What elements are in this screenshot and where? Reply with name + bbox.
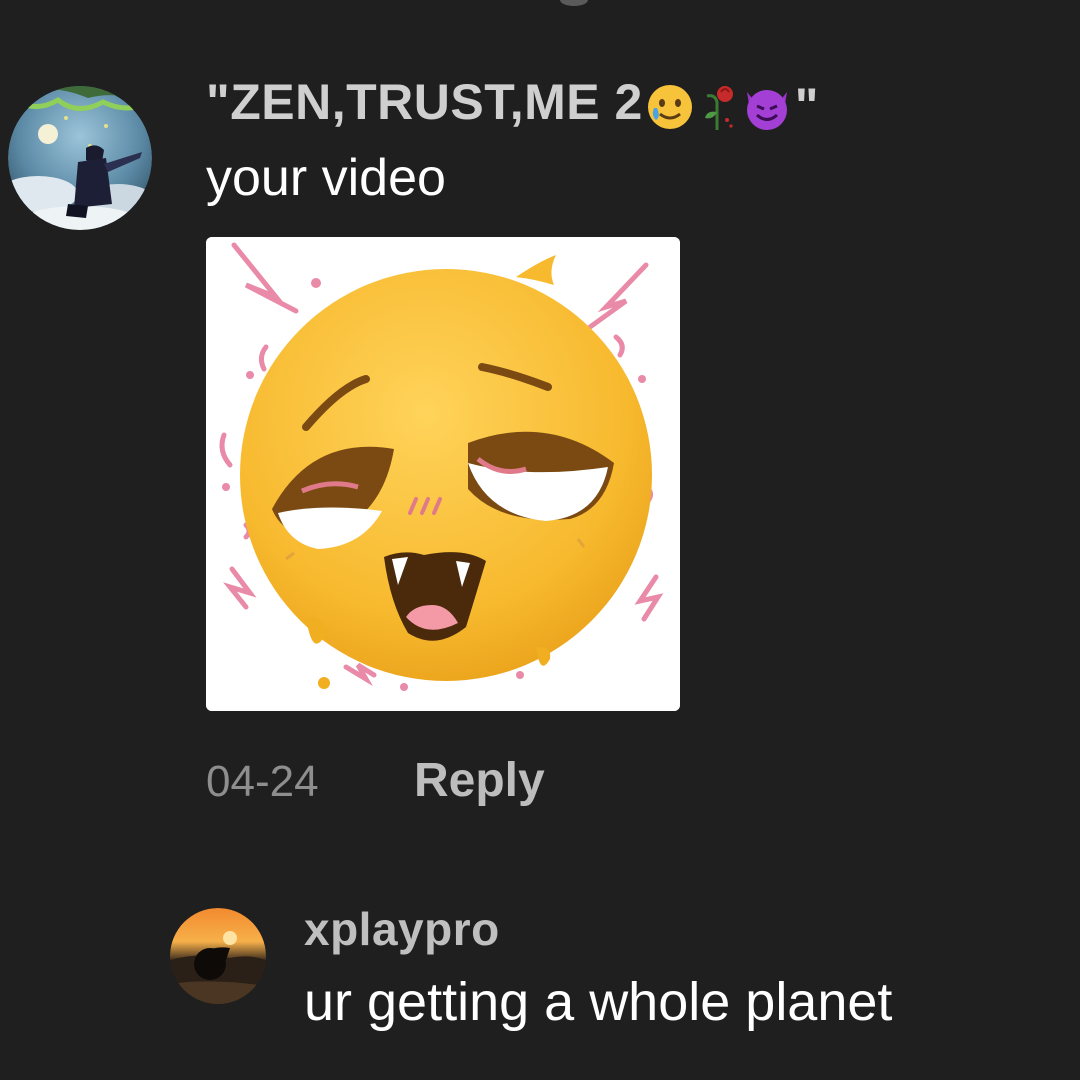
- avatar[interactable]: [170, 908, 266, 1004]
- comment-text: your video: [206, 149, 446, 207]
- comment-item: "ZEN,TRUST,ME 2 " your video 04-24 Reply: [0, 0, 1080, 840]
- flushed-emoji-sticker-icon: [206, 237, 680, 711]
- reply-username[interactable]: xplaypro: [304, 903, 500, 955]
- username-text: "ZEN,TRUST,ME 2: [206, 74, 643, 130]
- comment-username[interactable]: "ZEN,TRUST,ME 2 ": [206, 74, 819, 134]
- anime-character-avatar-icon: [8, 86, 152, 230]
- reply-button[interactable]: Reply: [414, 754, 545, 808]
- username-suffix: ": [794, 77, 820, 134]
- avatar[interactable]: [8, 86, 152, 230]
- comment-date: 04-24: [206, 757, 319, 806]
- wilted-rose-icon: [704, 85, 733, 130]
- sticker-attachment[interactable]: [206, 237, 680, 711]
- reply-text: ur getting a whole planet: [304, 972, 893, 1032]
- smiling-face-with-horns-icon: [746, 89, 787, 130]
- username-emojis: ": [645, 78, 819, 134]
- smiling-face-with-tear-icon: [647, 84, 692, 129]
- sunset-avatar-icon: [170, 908, 266, 1004]
